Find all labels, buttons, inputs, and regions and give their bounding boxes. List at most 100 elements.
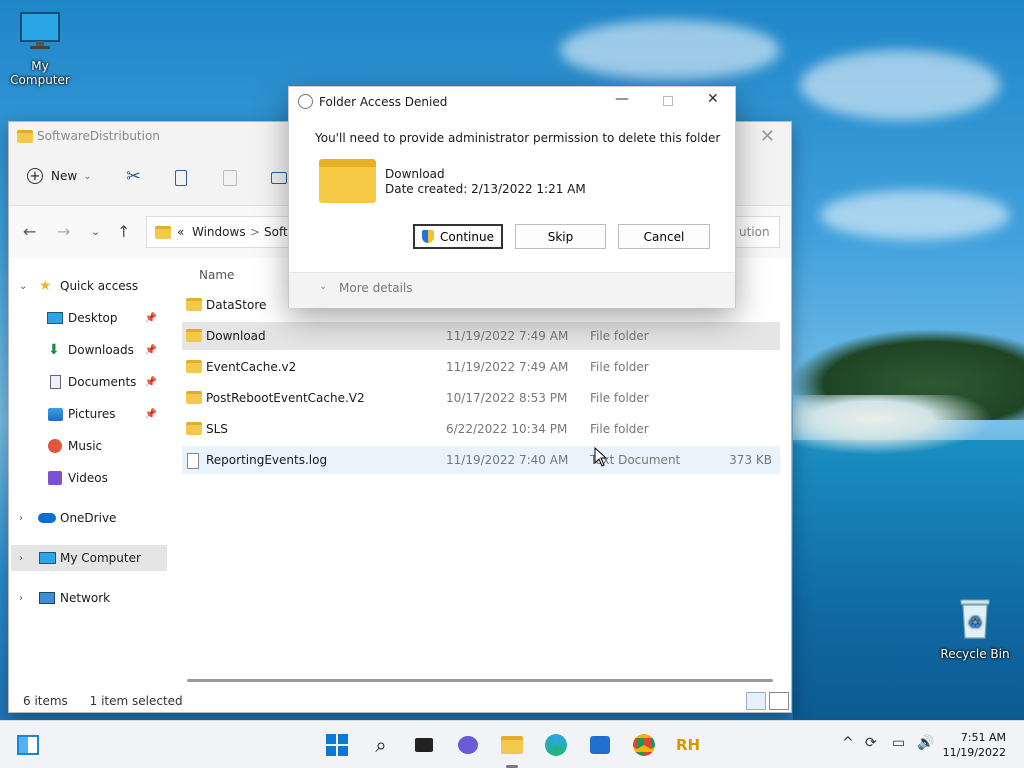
window-title: SoftwareDistribution <box>37 129 160 143</box>
file-type: File folder <box>590 329 649 343</box>
sidebar-item-downloads[interactable]: ⬇ Downloads 📌 <box>9 337 165 363</box>
desktop-icon-recycle-bin[interactable]: ♻ Recycle Bin <box>935 596 1015 661</box>
sidebar-label: Music <box>68 439 103 453</box>
sidebar-item-music[interactable]: Music <box>9 433 165 459</box>
desktop-icon-label: My Computer <box>10 59 70 87</box>
folder-icon <box>186 298 202 311</box>
taskbar: ⌕ RH ^ ⟳ ▭ 🔊 7:51 AM 11/19/2022 <box>0 720 1024 768</box>
desktop-icon-label: Recycle Bin <box>940 647 1010 661</box>
sidebar-label: Desktop <box>68 311 118 325</box>
widgets-icon[interactable] <box>16 733 40 757</box>
display-icon[interactable]: ▭ <box>892 735 905 751</box>
app-icon-rh[interactable]: RH <box>676 733 700 757</box>
sidebar-item-onedrive[interactable]: › OneDrive <box>9 505 165 531</box>
cancel-button[interactable]: Cancel <box>618 224 710 249</box>
clock-date: 11/19/2022 <box>942 746 1006 759</box>
skip-button[interactable]: Skip <box>515 224 606 249</box>
chevron-up-icon[interactable]: ^ <box>842 735 854 751</box>
column-header-name[interactable]: Name <box>199 268 234 282</box>
file-row-download[interactable]: Download 11/19/2022 7:49 AM File folder <box>182 322 780 350</box>
continue-button[interactable]: Continue <box>413 224 503 249</box>
more-details-toggle[interactable]: More details <box>339 281 413 295</box>
sidebar-item-pictures[interactable]: Pictures 📌 <box>9 401 165 427</box>
rename-icon[interactable] <box>271 172 287 184</box>
up-arrow-icon[interactable]: ↑ <box>117 222 130 241</box>
clock-time: 7:51 AM <box>960 731 1006 744</box>
sync-icon[interactable]: ⟳ <box>865 735 877 751</box>
sidebar-item-documents[interactable]: Documents 📌 <box>9 369 165 395</box>
close-button[interactable]: ✕ <box>707 91 719 107</box>
file-row-postrebooteventcache[interactable]: PostRebootEventCache.V2 10/17/2022 8:53 … <box>182 384 780 412</box>
cloud <box>800 50 1000 120</box>
recycle-bin-icon: ♻ <box>960 599 990 639</box>
breadcrumb-separator: > <box>250 225 261 239</box>
sidebar-item-my-computer[interactable]: › My Computer <box>11 545 167 571</box>
folder-icon <box>186 391 202 404</box>
file-type: File folder <box>590 391 649 405</box>
clock-icon <box>298 94 313 109</box>
chevron-down-icon: ⌄ <box>83 170 92 182</box>
file-date: 11/19/2022 7:40 AM <box>446 453 569 467</box>
sidebar-quick-access[interactable]: ⌄ ★ Quick access <box>9 273 165 299</box>
svg-text:♻: ♻ <box>968 613 982 632</box>
recent-chevron-icon[interactable]: ⌄ <box>91 225 100 238</box>
chat-icon[interactable] <box>456 733 480 757</box>
store-icon[interactable] <box>588 733 612 757</box>
chrome-icon[interactable] <box>632 733 656 757</box>
pin-icon[interactable]: 📌 <box>145 345 157 356</box>
continue-label: Continue <box>440 229 494 244</box>
folder-icon <box>186 360 202 373</box>
file-size: 373 KB <box>729 453 772 467</box>
pin-icon[interactable]: 📌 <box>145 377 157 388</box>
minimize-button[interactable]: — <box>615 91 629 107</box>
videos-icon <box>48 471 62 485</box>
edge-browser-icon[interactable] <box>544 733 568 757</box>
start-button-icon[interactable] <box>325 733 349 757</box>
task-view-icon[interactable] <box>412 733 436 757</box>
monitor-icon <box>39 552 56 564</box>
address-prefix: « <box>177 225 185 239</box>
scissors-icon[interactable]: ✂ <box>126 166 141 187</box>
back-arrow-icon[interactable]: ← <box>23 222 36 241</box>
copy-icon[interactable] <box>175 170 187 186</box>
sidebar-item-desktop[interactable]: Desktop 📌 <box>9 305 165 331</box>
close-button[interactable]: ✕ <box>760 126 775 147</box>
folder-icon <box>17 130 33 143</box>
forward-arrow-icon[interactable]: → <box>57 222 70 241</box>
sea <box>793 440 1024 720</box>
dialog-folder-name: Download <box>385 167 445 181</box>
paste-icon[interactable] <box>223 170 237 186</box>
desktop-icon-my-computer[interactable]: My Computer <box>0 10 80 87</box>
file-row-eventcache[interactable]: EventCache.v2 11/19/2022 7:49 AM File fo… <box>182 353 780 381</box>
sidebar-label: Documents <box>68 375 137 389</box>
dialog-message: You'll need to provide administrator per… <box>315 131 721 145</box>
music-icon <box>48 439 62 453</box>
pin-icon[interactable]: 📌 <box>145 409 157 420</box>
file-row-sls[interactable]: SLS 6/22/2022 10:34 PM File folder <box>182 415 780 443</box>
file-explorer-icon[interactable] <box>500 733 524 757</box>
sidebar-label: My Computer <box>60 551 141 565</box>
search-box-text[interactable]: ution <box>739 225 770 239</box>
search-icon[interactable]: ⌕ <box>369 733 393 757</box>
chevron-down-icon[interactable]: ⌄ <box>319 281 327 292</box>
desktop-icon <box>47 312 63 324</box>
file-row-reportingevents[interactable]: ReportingEvents.log 11/19/2022 7:40 AM T… <box>182 446 780 474</box>
system-clock[interactable]: 7:51 AM 11/19/2022 <box>943 730 1006 760</box>
download-arrow-icon: ⬇ <box>48 342 60 358</box>
volume-icon[interactable]: 🔊 <box>917 735 934 751</box>
file-name: EventCache.v2 <box>206 360 297 374</box>
details-view-button[interactable] <box>746 692 766 710</box>
sidebar-item-network[interactable]: › Network <box>9 585 165 611</box>
dialog-title: Folder Access Denied <box>319 95 448 109</box>
selection-count: 1 item selected <box>89 694 183 708</box>
new-label: New <box>51 169 78 183</box>
mouse-cursor-icon <box>594 447 608 467</box>
file-list: Name DataStore Download 11/19/2022 7:49 … <box>182 258 782 668</box>
new-button[interactable]: + New ⌄ <box>27 168 92 184</box>
maximize-button[interactable] <box>663 96 673 106</box>
sidebar-item-videos[interactable]: Videos <box>9 465 165 491</box>
pin-icon[interactable]: 📌 <box>145 313 157 324</box>
horizontal-scrollbar[interactable] <box>187 679 773 682</box>
tiles-view-button[interactable] <box>769 692 789 710</box>
breadcrumb-windows[interactable]: Windows <box>192 225 246 239</box>
